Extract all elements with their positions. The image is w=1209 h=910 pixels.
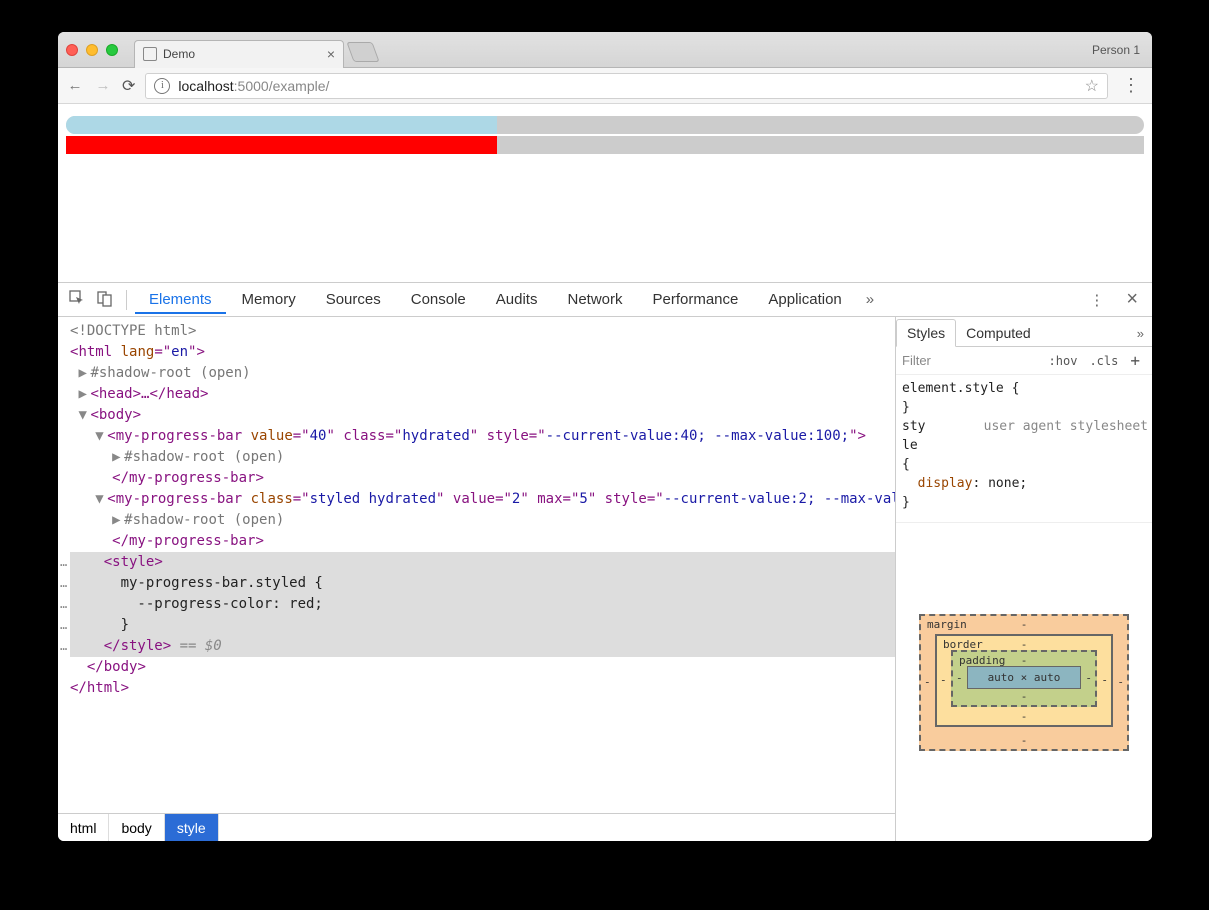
new-style-rule-button[interactable]: +	[1124, 351, 1146, 370]
page-content	[58, 104, 1152, 282]
cls-toggle[interactable]: .cls	[1083, 354, 1124, 368]
devtools-tab-sources[interactable]: Sources	[312, 285, 395, 314]
browser-window: Demo × Person 1 ← → ⟳ i localhost:5000/e…	[58, 32, 1152, 841]
computed-tab[interactable]: Computed	[956, 320, 1041, 346]
tab-strip: Demo × Person 1	[58, 32, 1152, 68]
devtools-tabs-overflow[interactable]: »	[858, 291, 882, 308]
styles-filter-input[interactable]: Filter	[902, 353, 1043, 368]
toggle-device-button[interactable]	[92, 289, 118, 311]
devtools-tablist: Elements Memory Sources Console Audits N…	[58, 283, 1152, 317]
minimize-window-button[interactable]	[86, 44, 98, 56]
site-info-icon[interactable]: i	[154, 78, 170, 94]
new-tab-button[interactable]	[346, 42, 379, 62]
devtools-close-button[interactable]: ×	[1118, 288, 1146, 311]
breadcrumb-body[interactable]: body	[109, 814, 164, 841]
elements-panel: <!DOCTYPE html> <html lang="en"> ▶#shado…	[58, 317, 896, 841]
url-path: :5000/example/	[234, 78, 330, 94]
browser-menu-button[interactable]: ⋮	[1118, 75, 1144, 96]
url-host: localhost	[178, 78, 233, 94]
styles-pane: Styles Computed » Filter :hov .cls + ele…	[896, 317, 1152, 841]
dom-breadcrumbs: html body style	[58, 813, 895, 841]
devtools-tab-performance[interactable]: Performance	[639, 285, 753, 314]
inspect-element-button[interactable]	[64, 289, 90, 311]
dom-tree[interactable]: <!DOCTYPE html> <html lang="en"> ▶#shado…	[58, 317, 895, 813]
tab-title: Demo	[163, 47, 195, 61]
reload-button[interactable]: ⟳	[122, 76, 135, 96]
address-bar[interactable]: i localhost:5000/example/ ☆	[145, 73, 1108, 99]
progress-bar-1-fill	[66, 116, 497, 134]
styles-filter-row: Filter :hov .cls +	[896, 347, 1152, 375]
hov-toggle[interactable]: :hov	[1043, 354, 1084, 368]
devtools-tab-audits[interactable]: Audits	[482, 285, 552, 314]
profile-label[interactable]: Person 1	[1092, 43, 1144, 57]
devtools-panel: Elements Memory Sources Console Audits N…	[58, 282, 1152, 841]
box-model-margin[interactable]: margin - - - - border - - - - padding	[919, 614, 1129, 751]
browser-toolbar: ← → ⟳ i localhost:5000/example/ ☆ ⋮	[58, 68, 1152, 104]
devtools-tab-elements[interactable]: Elements	[135, 285, 226, 314]
devtools-tab-memory[interactable]: Memory	[228, 285, 310, 314]
styles-pane-tabs: Styles Computed »	[896, 317, 1152, 347]
window-controls	[66, 44, 118, 56]
forward-button[interactable]: →	[94, 77, 112, 94]
devtools-menu-button[interactable]: ⋮	[1089, 291, 1104, 309]
devtools-tab-console[interactable]: Console	[397, 285, 480, 314]
styles-rules[interactable]: element.style { } sty le {user agent sty…	[896, 375, 1152, 523]
bookmark-star-icon[interactable]: ☆	[1085, 76, 1099, 96]
box-model-content[interactable]: auto × auto	[967, 666, 1081, 689]
progress-bar-1	[66, 116, 1144, 134]
back-button[interactable]: ←	[66, 77, 84, 94]
progress-bar-2-fill	[66, 136, 497, 154]
progress-bar-2	[66, 136, 1144, 154]
box-model: margin - - - - border - - - - padding	[896, 523, 1152, 841]
box-model-padding[interactable]: padding - - - - auto × auto	[951, 650, 1097, 707]
styles-tabs-overflow[interactable]: »	[1129, 321, 1152, 346]
styles-tab[interactable]: Styles	[896, 319, 956, 347]
breadcrumb-style[interactable]: style	[165, 814, 219, 841]
close-tab-button[interactable]: ×	[327, 46, 335, 62]
page-icon	[143, 47, 157, 61]
browser-tab[interactable]: Demo ×	[134, 40, 344, 68]
box-model-border[interactable]: border - - - - padding - - - - au	[935, 634, 1113, 727]
breadcrumb-html[interactable]: html	[58, 814, 109, 841]
close-window-button[interactable]	[66, 44, 78, 56]
maximize-window-button[interactable]	[106, 44, 118, 56]
devtools-tab-network[interactable]: Network	[553, 285, 636, 314]
devtools-tab-application[interactable]: Application	[754, 285, 855, 314]
